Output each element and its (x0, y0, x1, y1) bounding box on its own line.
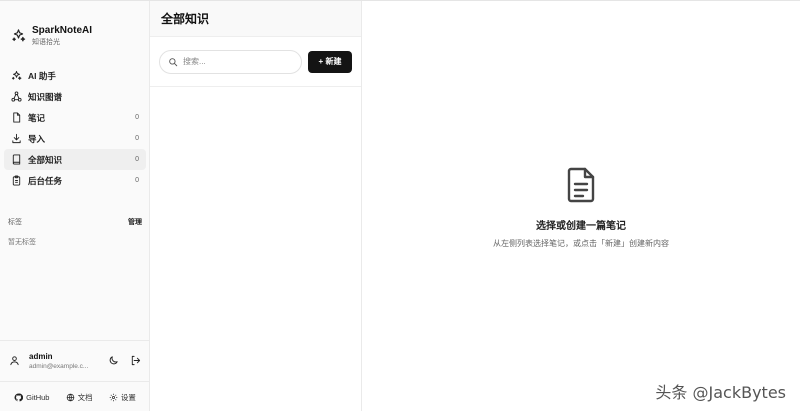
user-info: admin admin@example.c... (29, 352, 108, 370)
gear-icon (109, 393, 118, 401)
list-toolbar: + 新建 (150, 37, 361, 87)
sidebar-item-label: 导入 (28, 133, 46, 144)
sidebar-item-count: 0 (135, 135, 139, 142)
user-panel: admin admin@example.c... (0, 340, 150, 380)
sidebar-item-count: 0 (135, 114, 139, 121)
sparkles-icon (12, 29, 26, 42)
brand-subtitle: 知语拾光 (32, 39, 60, 46)
sidebar-item-import[interactable]: 导入 0 (4, 128, 146, 149)
sidebar-item-label: 知识图谱 (28, 91, 63, 102)
sidebar-item-background-tasks[interactable]: 后台任务 0 (4, 170, 146, 191)
page-title: 全部知识 (161, 12, 210, 26)
sidebar-item-knowledge-graph[interactable]: 知识图谱 (4, 86, 146, 107)
user-icon (10, 356, 19, 366)
settings-label: 设置 (120, 392, 136, 402)
brand-title: SparkNoteAI (32, 25, 93, 36)
sidebar-item-all-knowledge[interactable]: 全部知识 0 (4, 149, 146, 170)
sparkles-icon (11, 70, 22, 80)
empty-state: 选择或创建一篇笔记 从左侧列表选择笔记，或点击「新建」创建新内容 (362, 167, 800, 249)
sidebar-nav: AI 助手 知识图谱 笔记 0 导入 0 全部知识 0 后台任务 0 (4, 65, 146, 191)
tags-title: 标签 (8, 219, 22, 226)
docs-label: 文档 (77, 392, 93, 402)
tags-empty-text: 暂无标签 (8, 239, 36, 246)
search-icon (169, 57, 178, 66)
github-icon (14, 393, 24, 401)
list-header: 全部知识 (150, 1, 361, 37)
document-icon (567, 167, 595, 203)
github-label: GitHub (26, 392, 50, 402)
empty-state-title: 选择或创建一篇笔记 (536, 221, 626, 232)
logout-icon[interactable] (130, 355, 141, 366)
graph-icon (11, 91, 22, 102)
sidebar-footer: GitHub 文档 设置 (0, 381, 150, 411)
download-icon (12, 133, 21, 144)
user-actions (108, 355, 141, 366)
sidebar-item-notes[interactable]: 笔记 0 (4, 107, 146, 128)
search-input[interactable] (183, 57, 293, 66)
sidebar-item-label: 后台任务 (28, 175, 63, 186)
sidebar-item-label: 笔记 (28, 112, 46, 123)
clipboard-icon (12, 175, 21, 186)
brand[interactable]: SparkNoteAI 知语拾光 (11, 25, 92, 47)
file-icon (13, 112, 21, 123)
book-icon (12, 154, 21, 165)
sidebar-item-count: 0 (135, 156, 139, 163)
new-note-button[interactable]: + 新建 (308, 50, 352, 73)
moon-icon[interactable] (108, 355, 119, 366)
user-email: admin@example.c... (29, 362, 89, 370)
app-window: SparkNoteAI 知语拾光 AI 助手 知识图谱 笔记 0 导入 0 全部… (0, 0, 800, 411)
search-box[interactable] (159, 49, 302, 74)
sidebar-item-count: 0 (135, 177, 139, 184)
user-name: admin (29, 351, 53, 361)
knowledge-list-panel: 全部知识 + 新建 (150, 1, 362, 411)
sidebar-item-label: 全部知识 (28, 154, 63, 165)
github-link[interactable]: GitHub (14, 393, 49, 402)
tags-manage-button[interactable]: 管理 (128, 217, 142, 227)
settings-link[interactable]: 设置 (109, 392, 136, 403)
docs-link[interactable]: 文档 (66, 392, 93, 403)
main-content: 选择或创建一篇笔记 从左侧列表选择笔记，或点击「新建」创建新内容 (362, 1, 800, 411)
empty-state-subtitle: 从左侧列表选择笔记，或点击「新建」创建新内容 (493, 239, 669, 248)
sidebar-item-label: AI 助手 (28, 70, 56, 81)
watermark: 头条 @JackBytes (655, 383, 786, 402)
tags-header: 标签 管理 (8, 217, 142, 227)
sidebar: SparkNoteAI 知语拾光 AI 助手 知识图谱 笔记 0 导入 0 全部… (0, 1, 150, 411)
sidebar-item-ai-assistant[interactable]: AI 助手 (4, 65, 146, 86)
globe-icon (66, 393, 74, 401)
